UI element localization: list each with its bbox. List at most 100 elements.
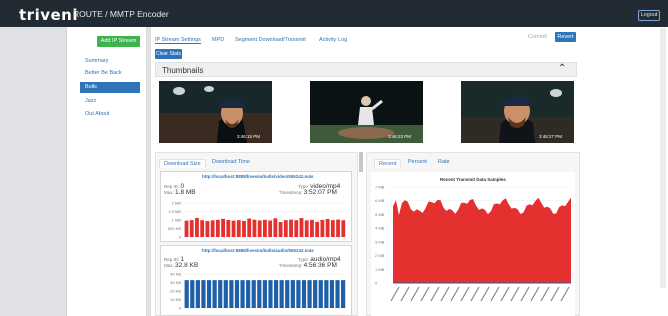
tab-percent[interactable]: Percent xyxy=(408,159,427,165)
video-size-bar[interactable] xyxy=(195,217,199,237)
audio-size-bar[interactable] xyxy=(290,280,295,308)
audio-size-bar[interactable] xyxy=(273,280,279,308)
video-size-bar[interactable] xyxy=(257,220,262,237)
clear-stats-button[interactable]: Clear Stats xyxy=(155,49,182,59)
video-size-bar[interactable] xyxy=(268,220,273,237)
audio-size-bar[interactable] xyxy=(229,280,234,308)
page-scrollbar[interactable] xyxy=(660,28,666,288)
audio-size-bar[interactable] xyxy=(195,280,200,308)
video-size-bar[interactable] xyxy=(304,220,309,237)
video-size-bar[interactable] xyxy=(320,220,325,237)
tab-download-time[interactable]: Download Time xyxy=(212,159,250,165)
transmit-x-tick-label xyxy=(500,286,510,302)
video-size-bar[interactable] xyxy=(231,220,236,237)
audio-size-bar[interactable] xyxy=(212,280,217,308)
video-size-bar[interactable] xyxy=(184,220,189,237)
tab-mpd[interactable]: MPD xyxy=(212,37,224,43)
audio-size-bar[interactable] xyxy=(201,280,206,308)
audio-size-bar[interactable] xyxy=(341,280,346,308)
audio-size-bar[interactable] xyxy=(268,280,273,308)
audio-size-bar[interactable] xyxy=(296,280,301,308)
video-size-bar[interactable] xyxy=(299,218,304,237)
audio-segment-url[interactable]: http://localhost:8888/livesim/bulls/audi… xyxy=(202,248,314,253)
audio-size-bar[interactable] xyxy=(251,280,256,308)
audio-size-bar[interactable] xyxy=(246,280,251,308)
tab-recent[interactable]: Recent xyxy=(374,159,402,168)
video-size-bar[interactable] xyxy=(200,220,205,237)
left-pane-scrollbar[interactable] xyxy=(359,152,363,172)
transmit-area[interactable] xyxy=(393,197,571,283)
transmit-chart: 7 MB 6 MB 5 MB 4 MB 3 MB 2 MB 1 MB 0 xyxy=(375,185,571,302)
video-size-bar[interactable] xyxy=(242,220,246,237)
video-size-bar[interactable] xyxy=(215,219,220,237)
transmit-x-tick-label xyxy=(530,286,540,302)
audio-size-bar[interactable] xyxy=(218,280,223,308)
logout-button[interactable]: Logout xyxy=(638,10,660,21)
audio-size-bar[interactable] xyxy=(184,280,189,308)
video-size-axis-label: 1.5 MB xyxy=(168,209,181,214)
tab-ip-stream-settings[interactable]: IP Stream Settings xyxy=(155,37,201,44)
video-size-bar[interactable] xyxy=(273,218,278,237)
tab-download-size[interactable]: Download Size xyxy=(159,159,206,168)
audio-size-bar[interactable] xyxy=(206,280,212,308)
video-size-bar[interactable] xyxy=(210,220,215,237)
video-size-bar[interactable] xyxy=(294,220,299,237)
collapse-caret-icon[interactable]: ⌃ xyxy=(558,63,566,74)
video-size-bar[interactable] xyxy=(189,220,194,237)
audio-size-bar[interactable] xyxy=(279,280,284,308)
audio-size-bar[interactable] xyxy=(313,280,318,308)
video-size-bar[interactable] xyxy=(221,218,226,237)
audio-size-bar[interactable] xyxy=(324,280,329,308)
thumbnail-3[interactable]: 3:46:27 PM xyxy=(461,81,574,143)
revert-button[interactable]: Revert xyxy=(555,32,576,42)
video-size-bar[interactable] xyxy=(330,220,335,237)
audio-size-bar[interactable] xyxy=(329,280,335,308)
video-size-bar[interactable] xyxy=(226,220,231,237)
audio-size-bar[interactable] xyxy=(240,280,245,308)
tab-activity-log[interactable]: Activity Log xyxy=(319,37,347,43)
sidebar-item-jazz[interactable]: Jazz xyxy=(80,96,140,107)
add-ip-stream-button[interactable]: Add IP Stream xyxy=(97,36,140,47)
audio-size-bar[interactable] xyxy=(223,280,228,308)
video-size-bar[interactable] xyxy=(315,221,320,237)
audio-size-bar[interactable] xyxy=(318,280,323,308)
video-size-bar[interactable] xyxy=(278,222,283,237)
video-size-bar[interactable] xyxy=(262,219,267,237)
sidebar-item-summary[interactable]: Summary xyxy=(80,56,140,67)
sidebar-item-better-be-back[interactable]: Better Be Back xyxy=(80,68,140,79)
audio-size-bar[interactable] xyxy=(307,280,312,308)
audio-size-bar[interactable] xyxy=(285,280,290,308)
transmit-axis-label: 0 xyxy=(375,281,378,286)
video-size-bar[interactable] xyxy=(341,220,346,237)
video-size-bar[interactable] xyxy=(205,221,210,237)
thumbnail-2[interactable]: 3:46:23 PM xyxy=(310,81,423,143)
audio-size-bar[interactable] xyxy=(301,280,307,308)
thumbnail-1[interactable]: 3:46:15 PM xyxy=(159,81,272,143)
sidebar-item-bulls[interactable]: Bulls xyxy=(80,82,140,93)
transmit-x-tick-label xyxy=(420,286,430,302)
transmit-axis-label: 7 MB xyxy=(375,185,385,190)
video-size-bar[interactable] xyxy=(252,219,257,237)
audio-size-bar[interactable] xyxy=(262,280,267,308)
commit-button[interactable]: Commit xyxy=(528,34,547,40)
tab-segment-download-transmit[interactable]: Segment Download/Transmit xyxy=(235,37,306,43)
audio-size-bar[interactable] xyxy=(190,280,195,308)
video-size-bar[interactable] xyxy=(310,219,314,237)
sidebar-item-out-about[interactable]: Out About xyxy=(80,109,140,120)
tab-rate[interactable]: Rate xyxy=(438,159,450,165)
transmit-x-tick-label xyxy=(450,286,460,302)
transmit-x-tick-label xyxy=(550,286,560,302)
video-size-bar[interactable] xyxy=(336,219,340,237)
audio-size-bar[interactable] xyxy=(335,280,340,308)
video-segment-url[interactable]: http://localhost:8888/livesim/bulls/vide… xyxy=(202,174,314,179)
audio-size-bar[interactable] xyxy=(257,280,262,308)
transmit-axis-label: 4 MB xyxy=(375,226,385,231)
thumbnails-panel-header xyxy=(155,62,577,77)
video-size-bar[interactable] xyxy=(289,219,293,237)
video-size-axis-label: 2 MB xyxy=(172,201,182,206)
video-size-bar[interactable] xyxy=(247,218,252,237)
video-size-bar[interactable] xyxy=(236,220,241,237)
audio-size-bar[interactable] xyxy=(234,280,240,308)
video-size-bar[interactable] xyxy=(283,220,288,237)
video-size-bar[interactable] xyxy=(325,218,330,237)
